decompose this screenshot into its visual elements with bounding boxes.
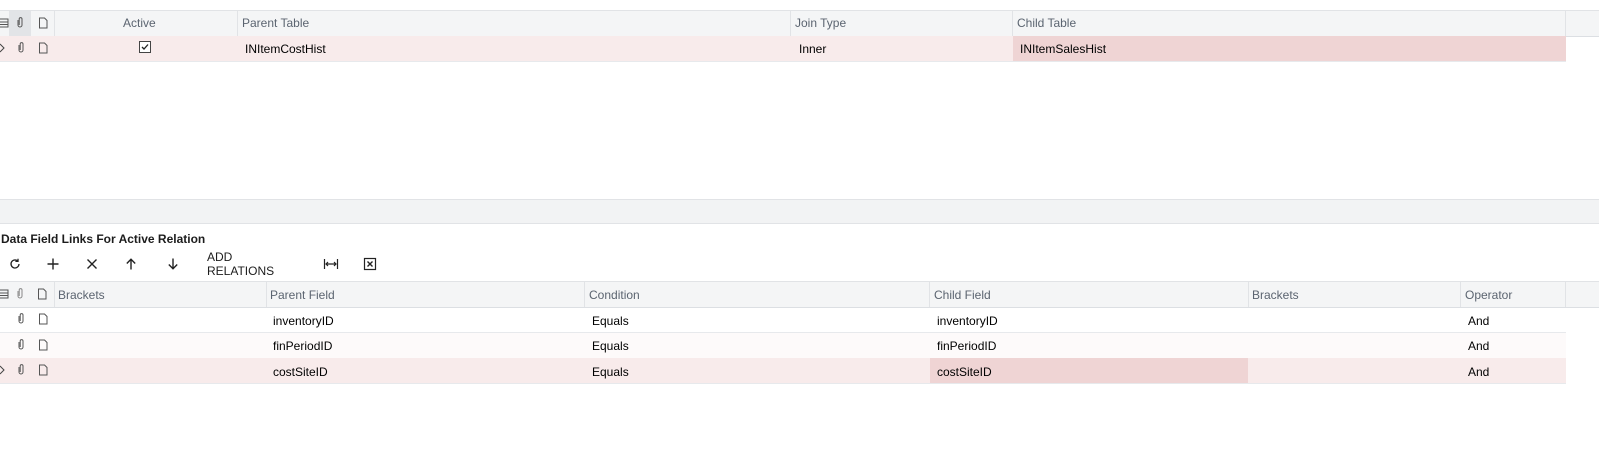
section-title: Data Field Links For Active Relation	[1, 232, 206, 246]
add-relations-button[interactable]: ADD RELATIONS	[207, 250, 302, 278]
arrow-down-icon	[168, 258, 178, 270]
condition-cell[interactable]: Equals	[592, 339, 629, 353]
panel-splitter[interactable]	[0, 199, 1599, 224]
attachment-icon[interactable]	[15, 42, 27, 54]
child-field-cell-focused[interactable]: costSiteID	[930, 358, 1248, 383]
add-row-button[interactable]	[44, 254, 62, 274]
parent-field-cell[interactable]: inventoryID	[273, 314, 334, 328]
grid-settings-icon[interactable]	[0, 17, 9, 29]
column-header-operator[interactable]: Operator	[1465, 288, 1512, 302]
plus-icon	[47, 258, 59, 270]
child-table-cell-focused[interactable]: INItemSalesHist	[1013, 36, 1566, 61]
excel-export-icon	[363, 257, 377, 271]
close-icon	[87, 259, 97, 269]
relations-grid-header: Active Parent Table Join Type Child Tabl…	[0, 10, 1599, 37]
move-up-button[interactable]	[122, 254, 140, 274]
attachment-icon[interactable]	[14, 288, 26, 300]
table-row[interactable]: inventoryID Equals inventoryID And	[0, 307, 1566, 333]
note-icon[interactable]	[36, 288, 48, 300]
operator-cell[interactable]: And	[1468, 314, 1489, 328]
column-header-condition[interactable]: Condition	[589, 288, 640, 302]
child-field-cell[interactable]: costSiteID	[937, 365, 992, 379]
attachment-icon[interactable]	[15, 313, 27, 325]
chevron-right-icon	[0, 364, 9, 376]
column-header-child-field[interactable]: Child Field	[934, 288, 991, 302]
note-icon[interactable]	[37, 339, 49, 351]
child-field-cell[interactable]: inventoryID	[937, 314, 998, 328]
column-header-active[interactable]: Active	[123, 16, 156, 30]
parent-field-cell[interactable]: costSiteID	[273, 365, 328, 379]
attachment-icon[interactable]	[15, 364, 27, 376]
refresh-icon	[10, 258, 20, 269]
export-excel-button[interactable]	[361, 254, 379, 274]
arrow-up-icon	[126, 258, 136, 270]
table-row[interactable]: finPeriodID Equals finPeriodID And	[0, 333, 1566, 359]
move-down-button[interactable]	[164, 254, 182, 274]
parent-table-cell[interactable]: INItemCostHist	[245, 42, 326, 56]
column-header-child-table[interactable]: Child Table	[1017, 16, 1076, 30]
links-grid-header: Brackets Parent Field Condition Child Fi…	[0, 281, 1599, 308]
chevron-right-icon	[0, 42, 9, 54]
parent-field-cell[interactable]: finPeriodID	[273, 339, 332, 353]
operator-cell[interactable]: And	[1468, 365, 1489, 379]
column-header-brackets-open[interactable]: Brackets	[58, 288, 105, 302]
table-row[interactable]: INItemCostHist Inner INItemSalesHist	[0, 36, 1566, 62]
fit-columns-button[interactable]	[322, 254, 340, 274]
condition-cell[interactable]: Equals	[592, 365, 629, 379]
refresh-button[interactable]	[6, 254, 24, 274]
column-header-join-type[interactable]: Join Type	[795, 16, 846, 30]
grid-settings-icon[interactable]	[0, 288, 9, 300]
condition-cell[interactable]: Equals	[592, 314, 629, 328]
note-icon[interactable]	[37, 42, 49, 54]
note-icon[interactable]	[37, 17, 49, 29]
join-type-cell[interactable]: Inner	[799, 42, 826, 56]
delete-row-button[interactable]	[83, 254, 101, 274]
attachment-icon[interactable]	[15, 339, 27, 351]
attachment-icon[interactable]	[14, 17, 26, 29]
column-header-brackets-close[interactable]: Brackets	[1252, 288, 1299, 302]
column-header-parent-field[interactable]: Parent Field	[270, 288, 335, 302]
column-header-parent-table[interactable]: Parent Table	[242, 16, 309, 30]
active-checkbox[interactable]	[139, 41, 151, 53]
note-icon[interactable]	[37, 364, 49, 376]
toolbar: ADD RELATIONS	[0, 250, 1599, 278]
table-row[interactable]: costSiteID Equals costSiteID And	[0, 358, 1566, 384]
fit-columns-icon	[323, 259, 339, 269]
note-icon[interactable]	[37, 313, 49, 325]
operator-cell[interactable]: And	[1468, 339, 1489, 353]
child-table-cell[interactable]: INItemSalesHist	[1020, 42, 1106, 56]
child-field-cell[interactable]: finPeriodID	[937, 339, 996, 353]
